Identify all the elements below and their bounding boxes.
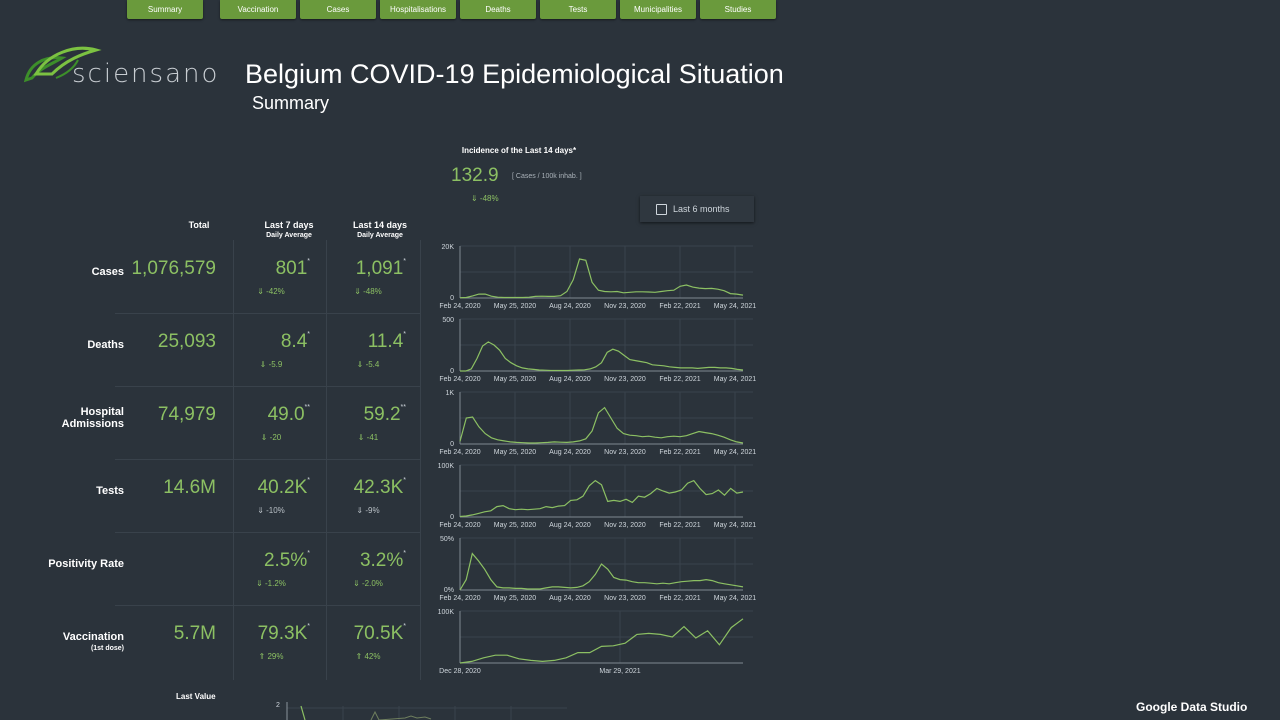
chart-xtick-label: May 24, 2021 — [714, 376, 757, 383]
chart-xtick-label: Feb 24, 2020 — [439, 303, 480, 310]
chart-ytick-top: 50% — [440, 536, 454, 543]
chart-ytick-top: 100K — [438, 463, 455, 470]
chart-xtick-label: Feb 22, 2021 — [659, 303, 700, 310]
chart-xtick-label: May 24, 2021 — [714, 595, 757, 602]
chart-xtick-label: Feb 24, 2020 — [439, 522, 480, 529]
chart-xtick-label: Nov 23, 2020 — [604, 595, 646, 602]
chart-xtick-label: Nov 23, 2020 — [604, 449, 646, 456]
chart-series-line — [460, 341, 744, 372]
chart-xtick-label: Mar 29, 2021 — [599, 668, 640, 675]
chart-series-line — [459, 406, 744, 444]
chart-xtick-label: May 24, 2021 — [714, 303, 757, 310]
chart-xtick-label: Feb 22, 2021 — [659, 522, 700, 529]
chart-ytick-top: 1K — [445, 390, 454, 397]
chart-xtick-label: May 24, 2021 — [714, 522, 757, 529]
chart-xtick-label: Aug 24, 2020 — [549, 303, 591, 310]
chart-xtick-label: Feb 22, 2021 — [659, 595, 700, 602]
bottom-chart-ytick: 2 — [276, 702, 280, 709]
chart-ytick-bottom: 0 — [450, 441, 454, 448]
chart-xtick-label: May 25, 2020 — [494, 303, 537, 310]
chart-xtick-label: Aug 24, 2020 — [549, 376, 591, 383]
chart-xtick-label: May 25, 2020 — [494, 595, 537, 602]
chart-series-line — [459, 552, 744, 591]
chart-ytick-top: 100K — [438, 609, 455, 616]
chart-3: 100K 0Feb 24, 2020 May 25, 2020 Aug 24, 202… — [438, 463, 757, 529]
chart-xtick-label: Nov 23, 2020 — [604, 376, 646, 383]
chart-xtick-label: Feb 24, 2020 — [439, 376, 480, 383]
chart-xtick-label: Feb 22, 2021 — [659, 449, 700, 456]
chart-xtick-label: Nov 23, 2020 — [604, 303, 646, 310]
last-value-label: Last Value — [176, 692, 216, 701]
chart-1: 500 0Feb 24, 2020 May 25, 2020 Aug 24, 2020… — [439, 317, 756, 383]
chart-ytick-bottom: 0 — [450, 368, 454, 375]
bottom-chart — [286, 702, 567, 720]
chart-0: 20K 0Feb 24, 2020 May 25, 2020 Aug 24, 2020… — [439, 244, 756, 310]
chart-xtick-label: Nov 23, 2020 — [604, 522, 646, 529]
chart-xtick-label: May 25, 2020 — [494, 449, 537, 456]
chart-xtick-label: Feb 24, 2020 — [439, 595, 480, 602]
chart-xtick-label: May 25, 2020 — [494, 522, 537, 529]
chart-xtick-label: Aug 24, 2020 — [549, 522, 591, 529]
chart-xtick-label: Aug 24, 2020 — [549, 449, 591, 456]
chart-5: 100K Dec 28, 2020 Mar 29, 2021 — [438, 609, 753, 675]
chart-xtick-label: Aug 24, 2020 — [549, 595, 591, 602]
chart-xtick-label: Feb 22, 2021 — [659, 376, 700, 383]
chart-series-line — [459, 479, 744, 518]
chart-series-line — [459, 618, 744, 664]
chart-xtick-label: Dec 28, 2020 — [439, 668, 481, 675]
chart-xtick-label: Feb 24, 2020 — [439, 449, 480, 456]
chart-4: 50% 0%Feb 24, 2020 May 25, 2020 Aug 24, 202… — [439, 536, 756, 602]
chart-xtick-label: May 25, 2020 — [494, 376, 537, 383]
chart-ytick-bottom: 0 — [450, 295, 454, 302]
chart-ytick-bottom: 0% — [444, 587, 454, 594]
chart-xtick-label: May 24, 2021 — [714, 449, 757, 456]
trend-charts: 20K0Feb 24, 2020 May 25, 2020 Aug 24, 2020… — [438, 244, 757, 675]
chart-ytick-bottom: 0 — [450, 514, 454, 521]
chart-2: 1K 0Feb 24, 2020 May 25, 2020 Aug 24, 2020 N… — [439, 390, 756, 456]
chart-ytick-top: 500 — [442, 317, 454, 324]
chart-ytick-top: 20K — [442, 244, 455, 251]
chart-series-line — [459, 258, 744, 299]
google-data-studio-brand: Google Data Studio — [1136, 700, 1248, 714]
